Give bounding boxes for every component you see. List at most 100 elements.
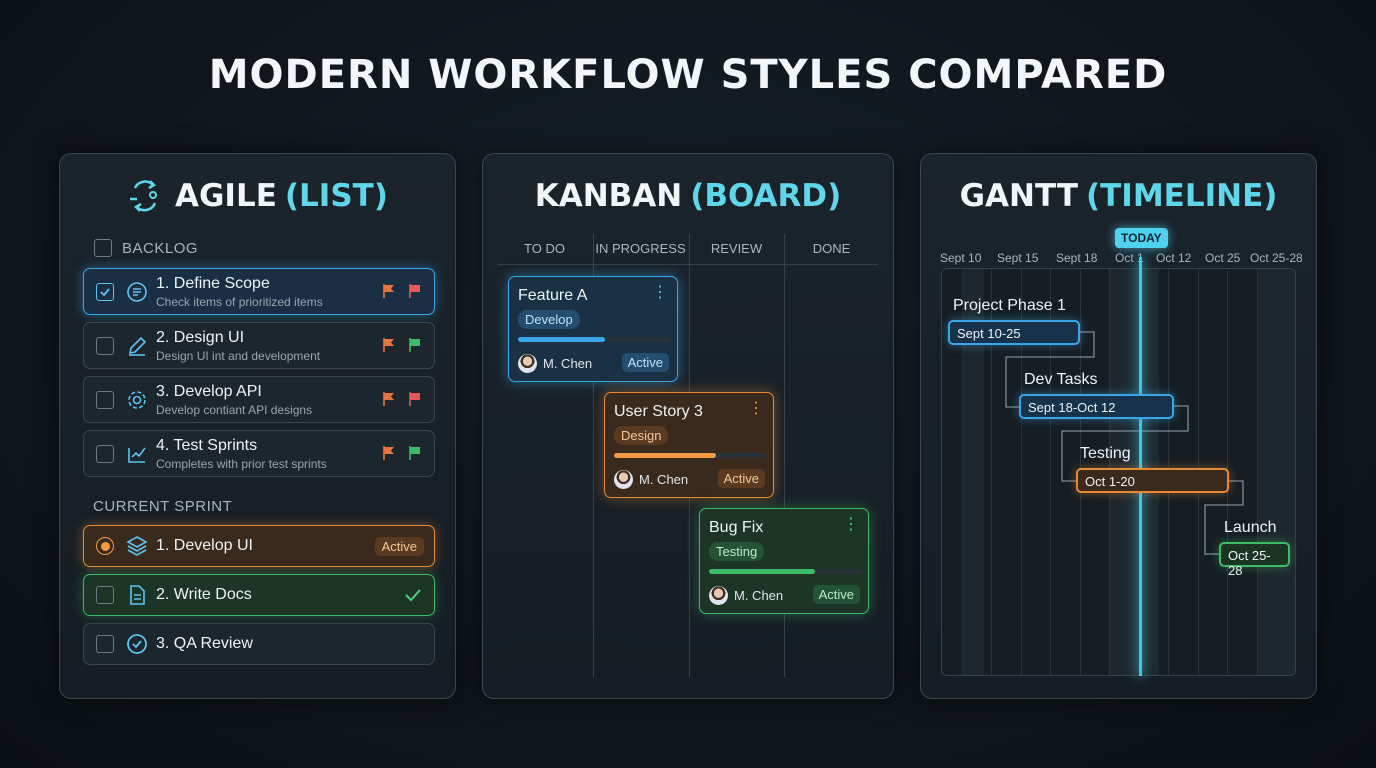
- gear-icon: [128, 390, 146, 409]
- task-name: 4. Test Sprints: [156, 437, 258, 454]
- gantt-task-label: Dev Tasks: [1024, 371, 1098, 388]
- progress-fill: [709, 569, 816, 574]
- agile-panel: AGILE (LIST) BACKLOG 1. Define Scope Che…: [59, 153, 456, 699]
- card-assignee: M. Chen: [734, 588, 784, 603]
- check-circle-icon: [127, 634, 147, 654]
- kanban-card-user-story-3[interactable]: User Story 3 ⋮ Design M. Chen Active: [604, 392, 774, 498]
- task-subtitle: Check items of prioritized items: [156, 295, 323, 309]
- more-options-icon[interactable]: ⋮: [843, 517, 859, 533]
- kanban-card-feature-a[interactable]: Feature A ⋮ Develop M. Chen Active: [508, 276, 678, 382]
- backlog-item-develop-api[interactable]: 3. Develop API Develop contiant API desi…: [83, 376, 435, 423]
- flag-icon: [409, 446, 420, 460]
- task-checkbox[interactable]: [96, 444, 114, 463]
- kanban-panel: KANBAN (BOARD) TO DO IN PROGRESS REVIEW …: [482, 153, 894, 699]
- kanban-title-accent: (BOARD): [690, 178, 842, 214]
- gantt-task-label: Launch: [1224, 519, 1277, 536]
- column-header-todo: TO DO: [524, 241, 565, 256]
- task-checkbox[interactable]: [96, 282, 114, 301]
- checkmark-icon: [100, 287, 110, 296]
- task-name: 1. Define Scope: [156, 275, 270, 292]
- progress-fill: [614, 453, 716, 458]
- flag-icon: [409, 392, 420, 406]
- current-sprint-label: CURRENT SPRINT: [93, 498, 233, 515]
- status-badge: Active: [717, 469, 765, 488]
- progress-bar: [709, 569, 861, 574]
- status-badge: Active: [374, 537, 424, 556]
- backlog-item-define-scope[interactable]: 1. Define Scope Check items of prioritiz…: [83, 268, 435, 315]
- column-header-review: REVIEW: [710, 241, 763, 256]
- flag-icon: [409, 284, 420, 298]
- flag-icon: [409, 338, 420, 352]
- kanban-title-main: KANBAN: [534, 178, 683, 214]
- task-name: 2. Write Docs: [156, 586, 252, 603]
- card-tag: Develop: [518, 310, 580, 329]
- backlog-label: BACKLOG: [122, 239, 199, 257]
- task-radio[interactable]: [96, 537, 114, 555]
- kanban-title: KANBAN (BOARD): [483, 178, 893, 214]
- more-options-icon[interactable]: ⋮: [748, 401, 764, 417]
- agile-title-main: AGILE: [174, 178, 277, 214]
- task-subtitle: Design UI int and development: [156, 349, 321, 363]
- cycle-arrows-icon: [129, 180, 157, 212]
- card-tag: Design: [614, 426, 669, 445]
- card-title: Feature A: [518, 287, 588, 304]
- card-tag: Testing: [709, 542, 765, 561]
- gantt-bar-testing[interactable]: Oct 1-20: [1076, 468, 1229, 493]
- pencil-icon: [128, 336, 147, 356]
- backlog-select-all-checkbox[interactable]: [94, 239, 112, 257]
- more-options-icon[interactable]: ⋮: [652, 285, 668, 301]
- task-checkbox[interactable]: [96, 390, 114, 409]
- gantt-bar-project-phase-1[interactable]: Sept 10-25: [948, 320, 1080, 345]
- task-name: 1. Develop UI: [156, 537, 253, 554]
- task-checkbox[interactable]: [96, 336, 114, 355]
- progress-bar: [614, 453, 766, 458]
- today-marker-label: TODAY: [1115, 228, 1168, 248]
- current-sprint-header: CURRENT SPRINT: [93, 498, 232, 515]
- sprint-item-write-docs[interactable]: 2. Write Docs: [83, 574, 435, 616]
- backlog-header: BACKLOG: [94, 239, 198, 257]
- column-header-in-progress: IN PROGRESS: [595, 241, 686, 256]
- backlog-item-design-ui[interactable]: 2. Design UI Design UI int and developme…: [83, 322, 435, 369]
- task-subtitle: Develop contiant API designs: [156, 403, 313, 417]
- column-header-done: DONE: [812, 241, 851, 256]
- task-checkbox[interactable]: [96, 586, 114, 604]
- status-badge: Active: [621, 353, 669, 372]
- card-assignee: M. Chen: [639, 472, 689, 487]
- gantt-bar-dev-tasks[interactable]: Sept 18-Oct 12: [1019, 394, 1174, 419]
- document-icon: [130, 585, 145, 605]
- today-marker-line: [1139, 257, 1142, 676]
- flag-icon: [383, 392, 394, 406]
- checkmark-icon: [405, 589, 421, 602]
- avatar: [518, 354, 537, 373]
- card-assignee: M. Chen: [543, 356, 593, 371]
- progress-bar: [518, 337, 670, 342]
- agile-title-accent: (LIST): [284, 178, 388, 214]
- gantt-task-label: Testing: [1080, 445, 1131, 462]
- task-checkbox[interactable]: [96, 635, 114, 653]
- task-name: 2. Design UI: [156, 329, 245, 346]
- card-title: Bug Fix: [709, 519, 764, 536]
- gantt-bar-launch[interactable]: Oct 25-28: [1219, 542, 1290, 578]
- status-badge: Active: [812, 585, 860, 604]
- column-header-divider: [498, 264, 878, 265]
- gantt-task-label: Project Phase 1: [953, 297, 1066, 314]
- gantt-panel: GANTT (TIMELINE) Sept 10 Sept 15 Sept 18…: [920, 153, 1317, 699]
- flag-icon: [383, 446, 394, 460]
- avatar: [709, 586, 728, 605]
- task-name: 3. Develop API: [156, 383, 262, 400]
- flag-icon: [383, 284, 394, 298]
- kanban-card-bug-fix[interactable]: Bug Fix ⋮ Testing M. Chen Active: [699, 508, 869, 614]
- task-subtitle: Completes with prior test sprints: [156, 457, 327, 471]
- flag-icon: [383, 338, 394, 352]
- backlog-item-test-sprints[interactable]: 4. Test Sprints Completes with prior tes…: [83, 430, 435, 477]
- sprint-item-develop-ui[interactable]: 1. Develop UI Active: [83, 525, 435, 567]
- card-title: User Story 3: [614, 403, 703, 420]
- page-title: MODERN WORKFLOW STYLES COMPARED: [208, 52, 1168, 98]
- sprint-item-qa-review[interactable]: 3. QA Review: [83, 623, 435, 665]
- list-icon: [127, 281, 147, 302]
- chart-check-icon: [128, 447, 146, 463]
- avatar: [614, 470, 633, 489]
- task-name: 3. QA Review: [156, 635, 253, 652]
- layers-icon: [126, 536, 148, 556]
- progress-fill: [518, 337, 605, 342]
